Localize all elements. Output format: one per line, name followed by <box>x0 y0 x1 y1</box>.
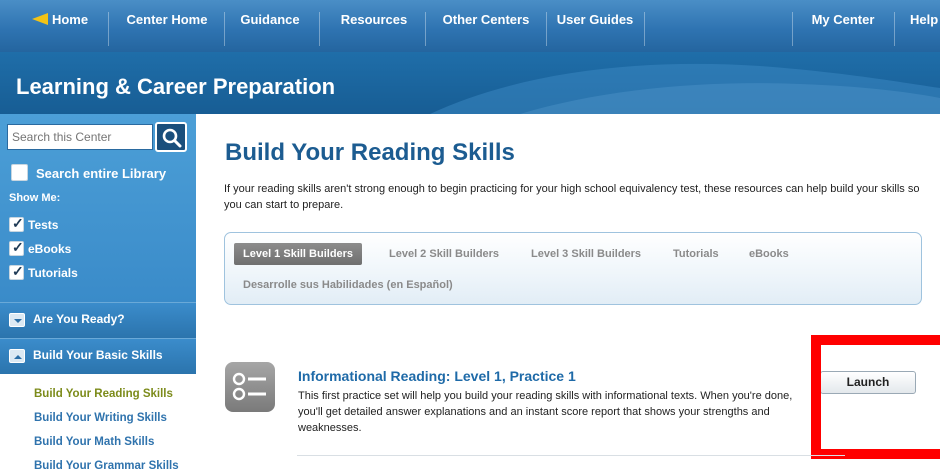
expand-button[interactable] <box>9 313 25 327</box>
sidebar-link-writing[interactable]: Build Your Writing Skills <box>34 412 167 424</box>
nav-separator <box>425 12 426 46</box>
test-list-icon <box>225 362 275 412</box>
search-entire-checkbox[interactable] <box>11 164 28 181</box>
nav-user-guides[interactable]: User Guides <box>550 0 640 52</box>
section-label: Are You Ready? <box>33 312 125 326</box>
tests-checkbox[interactable]: ✓ <box>9 215 24 232</box>
chevron-up-icon <box>14 355 22 359</box>
section-are-you-ready[interactable]: Are You Ready? <box>0 302 196 338</box>
checkmark-icon: ✓ <box>12 239 24 255</box>
nav-help[interactable]: Help <box>898 0 940 52</box>
nav-separator <box>792 12 793 46</box>
home-arrow-icon <box>31 13 48 25</box>
show-me-label: Show Me: <box>9 192 61 204</box>
page-header: Learning & Career Preparation <box>0 52 940 114</box>
filter-label-tests: Tests <box>28 218 59 232</box>
search-input[interactable] <box>7 124 153 150</box>
search-icon <box>162 128 182 148</box>
nav-separator <box>108 12 109 46</box>
sidebar-link-reading[interactable]: Build Your Reading Skills <box>34 388 173 400</box>
search-entire-label: Search entire Library <box>36 166 167 181</box>
sidebar-search-panel: Search entire Library Show Me: ✓ Tests ✓… <box>0 114 196 302</box>
ebooks-checkbox[interactable]: ✓ <box>9 239 24 256</box>
tab-level-1[interactable]: Level 1 Skill Builders <box>234 243 363 265</box>
nav-separator <box>319 12 320 46</box>
sidebar: Search entire Library Show Me: ✓ Tests ✓… <box>0 114 196 474</box>
filter-label-ebooks: eBooks <box>28 242 72 256</box>
nav-other-centers[interactable]: Other Centers <box>429 0 543 52</box>
nav-separator <box>894 12 895 46</box>
search-button[interactable] <box>155 122 187 152</box>
nav-separator <box>546 12 547 46</box>
highlight-annotation-box <box>811 335 940 459</box>
collapse-button[interactable] <box>9 349 25 363</box>
chevron-down-icon <box>14 319 22 323</box>
top-nav: Home Center Home Guidance Resources Othe… <box>0 0 940 52</box>
tab-ebooks[interactable]: eBooks <box>749 248 789 260</box>
nav-guidance[interactable]: Guidance <box>228 0 312 52</box>
intro-text: If your reading skills aren't strong eno… <box>224 183 920 211</box>
sidebar-link-math[interactable]: Build Your Math Skills <box>34 436 154 448</box>
page-title: Build Your Reading Skills <box>225 139 515 166</box>
center-title: Learning & Career Preparation <box>16 74 336 99</box>
nav-home[interactable]: Home <box>18 0 102 52</box>
tutorials-checkbox[interactable]: ✓ <box>9 263 24 280</box>
filter-label-tutorials: Tutorials <box>28 266 78 280</box>
checkmark-icon: ✓ <box>12 263 24 279</box>
tab-tutorials[interactable]: Tutorials <box>673 248 719 260</box>
section-build-basic-skills[interactable]: Build Your Basic Skills <box>0 338 196 374</box>
nav-center-home[interactable]: Center Home <box>114 0 220 52</box>
divider <box>297 455 845 456</box>
tabs-panel: Level 1 Skill Builders Level 2 Skill Bui… <box>224 232 922 305</box>
sidebar-links: Build Your Reading Skills Build Your Wri… <box>0 374 196 474</box>
checkmark-icon: ✓ <box>12 215 24 231</box>
tab-level-3[interactable]: Level 3 Skill Builders <box>531 248 641 260</box>
tab-level-2[interactable]: Level 2 Skill Builders <box>389 248 499 260</box>
nav-separator <box>224 12 225 46</box>
nav-separator <box>644 12 645 46</box>
sidebar-link-grammar[interactable]: Build Your Grammar Skills <box>34 460 179 472</box>
item-title-link[interactable]: Informational Reading: Level 1, Practice… <box>298 368 576 384</box>
item-description: This first practice set will help you bu… <box>298 390 793 434</box>
nav-resources[interactable]: Resources <box>323 0 425 52</box>
nav-my-center[interactable]: My Center <box>796 0 890 52</box>
tab-espanol[interactable]: Desarrolle sus Habilidades (en Español) <box>243 279 453 291</box>
section-label: Build Your Basic Skills <box>33 348 163 362</box>
